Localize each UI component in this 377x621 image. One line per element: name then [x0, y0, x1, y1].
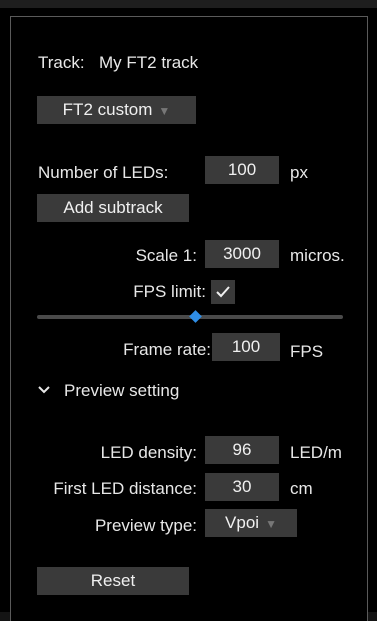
preview-type-label: Preview type: — [94, 516, 197, 535]
track-settings-panel: Track: My FT2 track FT2 custom ▼ Number o… — [0, 0, 377, 621]
reset-button[interactable]: Reset — [37, 567, 189, 595]
led-count-unit: px — [290, 163, 308, 182]
preview-section-toggle[interactable]: Preview setting — [35, 379, 255, 403]
add-subtrack-button[interactable]: Add subtrack — [37, 194, 189, 222]
checkmark-icon — [216, 286, 230, 298]
panel-frame: Track: My FT2 track FT2 custom ▼ Number o… — [10, 16, 368, 621]
preview-type-value: Vpoi — [225, 513, 260, 532]
first-led-distance-input[interactable]: 30 — [205, 473, 279, 501]
frame-rate-slider-handle[interactable] — [189, 310, 202, 323]
track-label: Track: — [38, 53, 85, 72]
first-led-distance-label: First LED distance: — [53, 479, 197, 498]
scale-unit: micros. — [290, 246, 345, 265]
track-name: My FT2 track — [99, 53, 199, 72]
scale-label: Scale 1: — [135, 246, 197, 265]
led-count-input[interactable]: 100 — [205, 156, 279, 184]
chevron-down-icon: ▼ — [158, 104, 171, 118]
led-density-unit: LED/m — [290, 443, 342, 462]
led-density-label: LED density: — [100, 443, 197, 462]
preview-type-dropdown[interactable]: Vpoi ▼ — [205, 509, 297, 537]
frame-rate-label: Frame rate: — [123, 340, 211, 359]
frame-rate-unit: FPS — [290, 342, 324, 361]
fps-limit-checkbox[interactable] — [211, 280, 235, 304]
preset-dropdown-value: FT2 custom — [62, 100, 153, 119]
fps-limit-label: FPS limit: — [133, 282, 206, 301]
led-count-label: Number of LEDs: — [38, 163, 169, 182]
chevron-down-icon: ▼ — [265, 517, 277, 531]
preset-dropdown[interactable]: FT2 custom ▼ — [37, 96, 196, 124]
chevron-down-icon — [38, 386, 50, 394]
led-density-input[interactable]: 96 — [205, 436, 279, 464]
preview-section-title: Preview setting — [64, 381, 180, 400]
scale-input[interactable]: 3000 — [205, 240, 279, 268]
frame-rate-input[interactable]: 100 — [212, 333, 280, 361]
first-led-distance-unit: cm — [290, 479, 313, 498]
